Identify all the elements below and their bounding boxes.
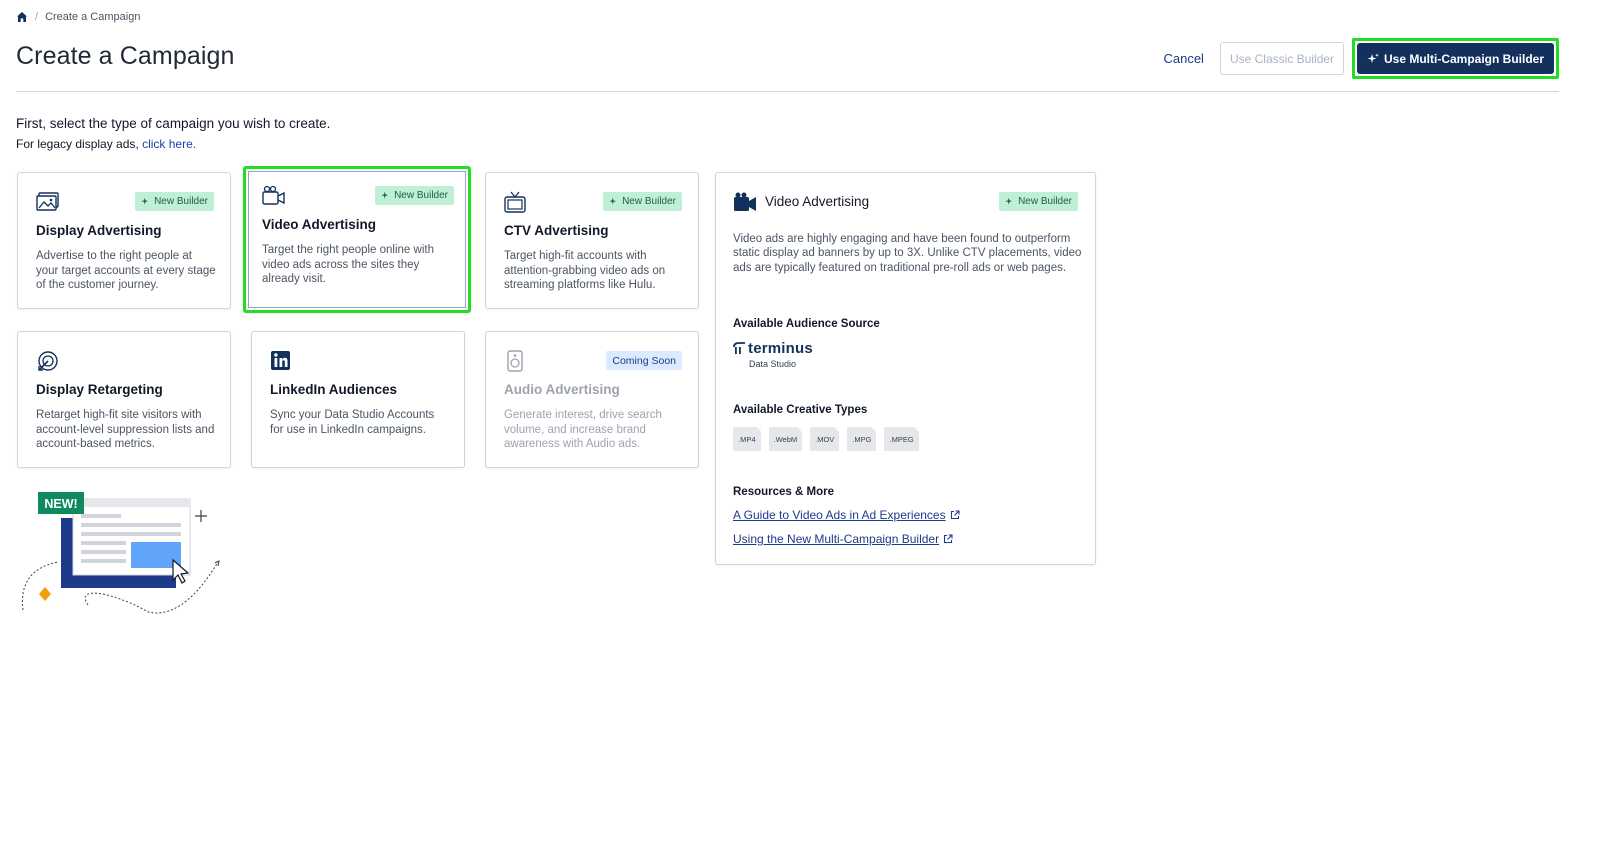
card-description: Generate interest, drive search volume, … bbox=[504, 409, 662, 450]
card-title: Display Retargeting bbox=[36, 382, 163, 397]
new-builder-badge: New Builder bbox=[603, 192, 682, 211]
card-description: Sync your Data Studio Accounts for use i… bbox=[270, 409, 435, 436]
intro-heading: First, select the type of campaign you w… bbox=[16, 116, 331, 131]
video-camera-icon bbox=[262, 185, 285, 205]
sparkle-icon bbox=[381, 191, 389, 199]
external-link-icon bbox=[950, 510, 960, 520]
terminus-logo: terminus Data Studio bbox=[733, 340, 813, 369]
creative-types-list: .MP4 .WebM .MOV .MPG .MPEG bbox=[733, 427, 919, 451]
card-title: Audio Advertising bbox=[504, 382, 620, 397]
card-display-retargeting[interactable]: Display Retargeting Retarget high-fit si… bbox=[17, 331, 231, 468]
breadcrumb-current: Create a Campaign bbox=[45, 11, 141, 23]
new-builder-badge: New Builder bbox=[375, 186, 454, 205]
creative-types-heading: Available Creative Types bbox=[733, 404, 868, 416]
badge-label: New Builder bbox=[1018, 196, 1072, 207]
legacy-prefix: For legacy display ads, bbox=[16, 137, 139, 151]
cancel-button[interactable]: Cancel bbox=[1163, 51, 1203, 66]
page-title: Create a Campaign bbox=[16, 42, 235, 70]
breadcrumb: / Create a Campaign bbox=[16, 11, 140, 23]
badge-label: New Builder bbox=[394, 190, 448, 201]
video-camera-icon bbox=[734, 192, 756, 211]
badge-label: New Builder bbox=[154, 196, 208, 207]
terminus-subtitle: Data Studio bbox=[749, 359, 797, 369]
speaker-icon bbox=[507, 350, 523, 372]
new-builder-illustration: NEW! bbox=[21, 492, 220, 614]
badge-label: New Builder bbox=[622, 196, 676, 207]
multi-builder-label: Use Multi-Campaign Builder bbox=[1383, 51, 1544, 66]
detail-description: Video ads are highly engaging and have b… bbox=[733, 233, 1082, 274]
file-type-chip: .MP4 bbox=[733, 427, 761, 451]
display-image-icon bbox=[36, 192, 59, 211]
home-icon[interactable] bbox=[16, 11, 28, 23]
link-label: Using the New Multi-Campaign Builder bbox=[733, 532, 940, 546]
card-title: LinkedIn Audiences bbox=[270, 382, 398, 397]
file-type-chip: .MPEG bbox=[884, 427, 919, 451]
file-type-chip: .MPG bbox=[847, 427, 877, 451]
terminus-wordmark: terminus bbox=[748, 340, 813, 357]
legacy-click-here-link[interactable]: click here. bbox=[142, 137, 196, 151]
card-title: CTV Advertising bbox=[504, 223, 609, 238]
terminus-mark-icon bbox=[733, 342, 745, 354]
multi-campaign-builder-link[interactable]: Using the New Multi-Campaign Builder bbox=[733, 532, 953, 546]
file-type-chip: .MOV bbox=[810, 427, 840, 451]
use-classic-builder-button[interactable]: Use Classic Builder bbox=[1219, 42, 1344, 75]
card-display-advertising[interactable]: New Builder Display Advertising Advertis… bbox=[17, 172, 231, 309]
resources-heading: Resources & More bbox=[733, 486, 834, 498]
new-badge-text: NEW! bbox=[44, 497, 77, 511]
card-title: Display Advertising bbox=[36, 223, 162, 238]
video-ads-guide-link[interactable]: A Guide to Video Ads in Ad Experiences bbox=[733, 508, 960, 522]
campaign-detail-panel: Video Advertising New Builder Video ads … bbox=[715, 172, 1096, 565]
card-description: Retarget high-fit site visitors with acc… bbox=[36, 409, 215, 450]
retarget-icon bbox=[38, 351, 58, 371]
coming-soon-badge: Coming Soon bbox=[606, 351, 682, 370]
sparkle-icon bbox=[1367, 53, 1379, 63]
sparkle-icon bbox=[1005, 197, 1013, 205]
card-description: Target the right people online with vide… bbox=[262, 244, 434, 285]
card-title: Video Advertising bbox=[262, 217, 377, 232]
card-linkedin-audiences[interactable]: LinkedIn Audiences Sync your Data Studio… bbox=[251, 331, 465, 468]
legacy-note: For legacy display ads, click here. bbox=[16, 137, 196, 151]
card-video-advertising[interactable]: New Builder Video Advertising Target the… bbox=[243, 166, 471, 313]
header-divider bbox=[16, 91, 1559, 92]
sparkle-icon bbox=[609, 197, 617, 205]
link-label: A Guide to Video Ads in Ad Experiences bbox=[733, 508, 946, 522]
badge-label: Coming Soon bbox=[612, 354, 676, 367]
card-description: Target high-fit accounts with attention-… bbox=[504, 250, 666, 291]
use-multi-campaign-builder-button[interactable]: Use Multi-Campaign Builder bbox=[1356, 43, 1554, 74]
multi-builder-highlight: Use Multi-Campaign Builder bbox=[1351, 38, 1559, 79]
card-description: Advertise to the right people at your ta… bbox=[36, 250, 216, 291]
sparkle-icon bbox=[141, 197, 149, 205]
card-audio-advertising: Coming Soon Audio Advertising Generate i… bbox=[485, 331, 699, 468]
tv-icon bbox=[504, 191, 526, 213]
new-builder-badge: New Builder bbox=[999, 192, 1078, 211]
card-ctv-advertising[interactable]: New Builder CTV Advertising Target high-… bbox=[485, 172, 699, 309]
header-actions: Cancel Use Classic Builder Use Multi-Cam… bbox=[1163, 38, 1559, 79]
new-builder-badge: New Builder bbox=[135, 192, 214, 211]
audience-source-heading: Available Audience Source bbox=[733, 318, 880, 330]
file-type-chip: .WebM bbox=[768, 427, 803, 451]
linkedin-icon bbox=[271, 351, 290, 370]
external-link-icon bbox=[944, 534, 953, 544]
breadcrumb-separator: / bbox=[35, 11, 39, 23]
detail-title: Video Advertising bbox=[765, 194, 870, 209]
